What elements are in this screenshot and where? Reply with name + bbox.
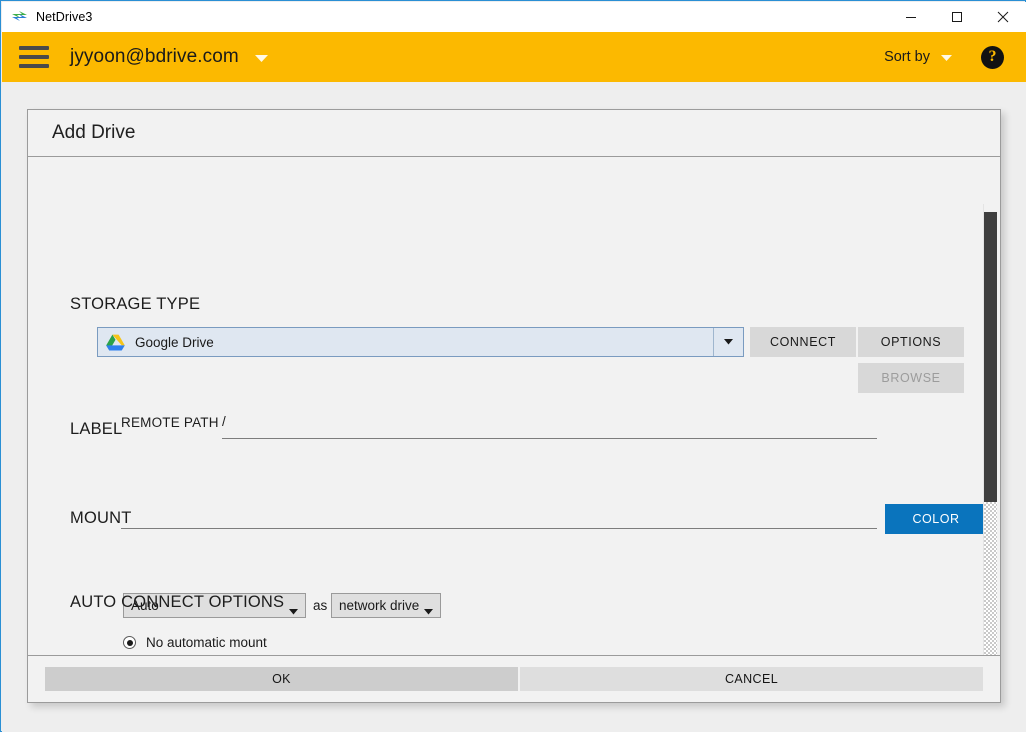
chevron-down-icon [941,49,952,67]
sort-by-label: Sort by [884,49,930,65]
netdrive-logo-icon [11,8,29,26]
connect-button[interactable]: CONNECT [750,327,856,357]
dialog-body: STORAGE TYPE Google Drive CONNECT OPTION… [28,157,1000,655]
section-heading-mount: MOUNT [70,509,132,527]
vertical-scrollbar[interactable] [983,204,998,655]
radio-mark [123,636,136,649]
app-title: NetDrive3 [36,10,93,24]
radio-label: No automatic mount [146,635,267,650]
close-button[interactable] [980,2,1026,32]
color-button[interactable]: COLOR [885,504,987,534]
section-heading-auto-connect: AUTO CONNECT OPTIONS [70,593,285,611]
chevron-down-icon [424,602,433,620]
scrollbar-thumb[interactable] [984,212,997,502]
chevron-down-icon[interactable] [254,50,268,68]
app-bar: jyyoon@bdrive.com Sort by ? [2,32,1026,82]
radio-no-automatic-mount[interactable]: No automatic mount [123,635,267,650]
mount-as-value: network drive [339,598,420,613]
page-title: Add Drive [52,122,136,143]
minimize-button[interactable] [888,2,934,32]
sort-by-control[interactable]: Sort by [884,47,952,67]
remote-path-label: REMOTE PATH [121,415,219,430]
add-drive-dialog: Add Drive STORAGE TYPE Google Drive CONN… [27,109,1001,703]
cancel-button[interactable]: CANCEL [520,667,983,691]
ok-button[interactable]: OK [45,667,518,691]
hamburger-icon[interactable] [19,46,49,68]
label-input[interactable] [121,528,877,529]
chevron-down-icon [289,602,298,620]
title-bar: NetDrive3 [2,2,1026,32]
section-heading-label: LABEL [70,420,123,438]
account-name[interactable]: jyyoon@bdrive.com [70,46,239,68]
help-icon[interactable]: ? [981,45,1004,69]
remote-path-underline [222,438,877,439]
storage-type-value: Google Drive [135,334,214,350]
window-controls [888,2,1026,32]
section-heading-storage-type: STORAGE TYPE [70,295,201,313]
google-drive-icon [106,334,125,351]
options-button[interactable]: OPTIONS [858,327,964,357]
mount-as-text: as [313,598,328,613]
remote-path-input[interactable]: / [222,414,226,429]
dialog-footer: OK CANCEL [28,655,1000,702]
browse-button[interactable]: BROWSE [858,363,964,393]
mount-as-select[interactable]: network drive [331,593,441,618]
scrollbar-track-lower[interactable] [984,502,997,655]
maximize-button[interactable] [934,2,980,32]
storage-type-select[interactable]: Google Drive [97,327,744,357]
chevron-down-icon[interactable] [713,328,743,356]
dialog-header: Add Drive [28,110,1000,157]
app-window: NetDrive3 jyyoon@bdrive.com Sort by ? Ad… [0,0,1026,732]
